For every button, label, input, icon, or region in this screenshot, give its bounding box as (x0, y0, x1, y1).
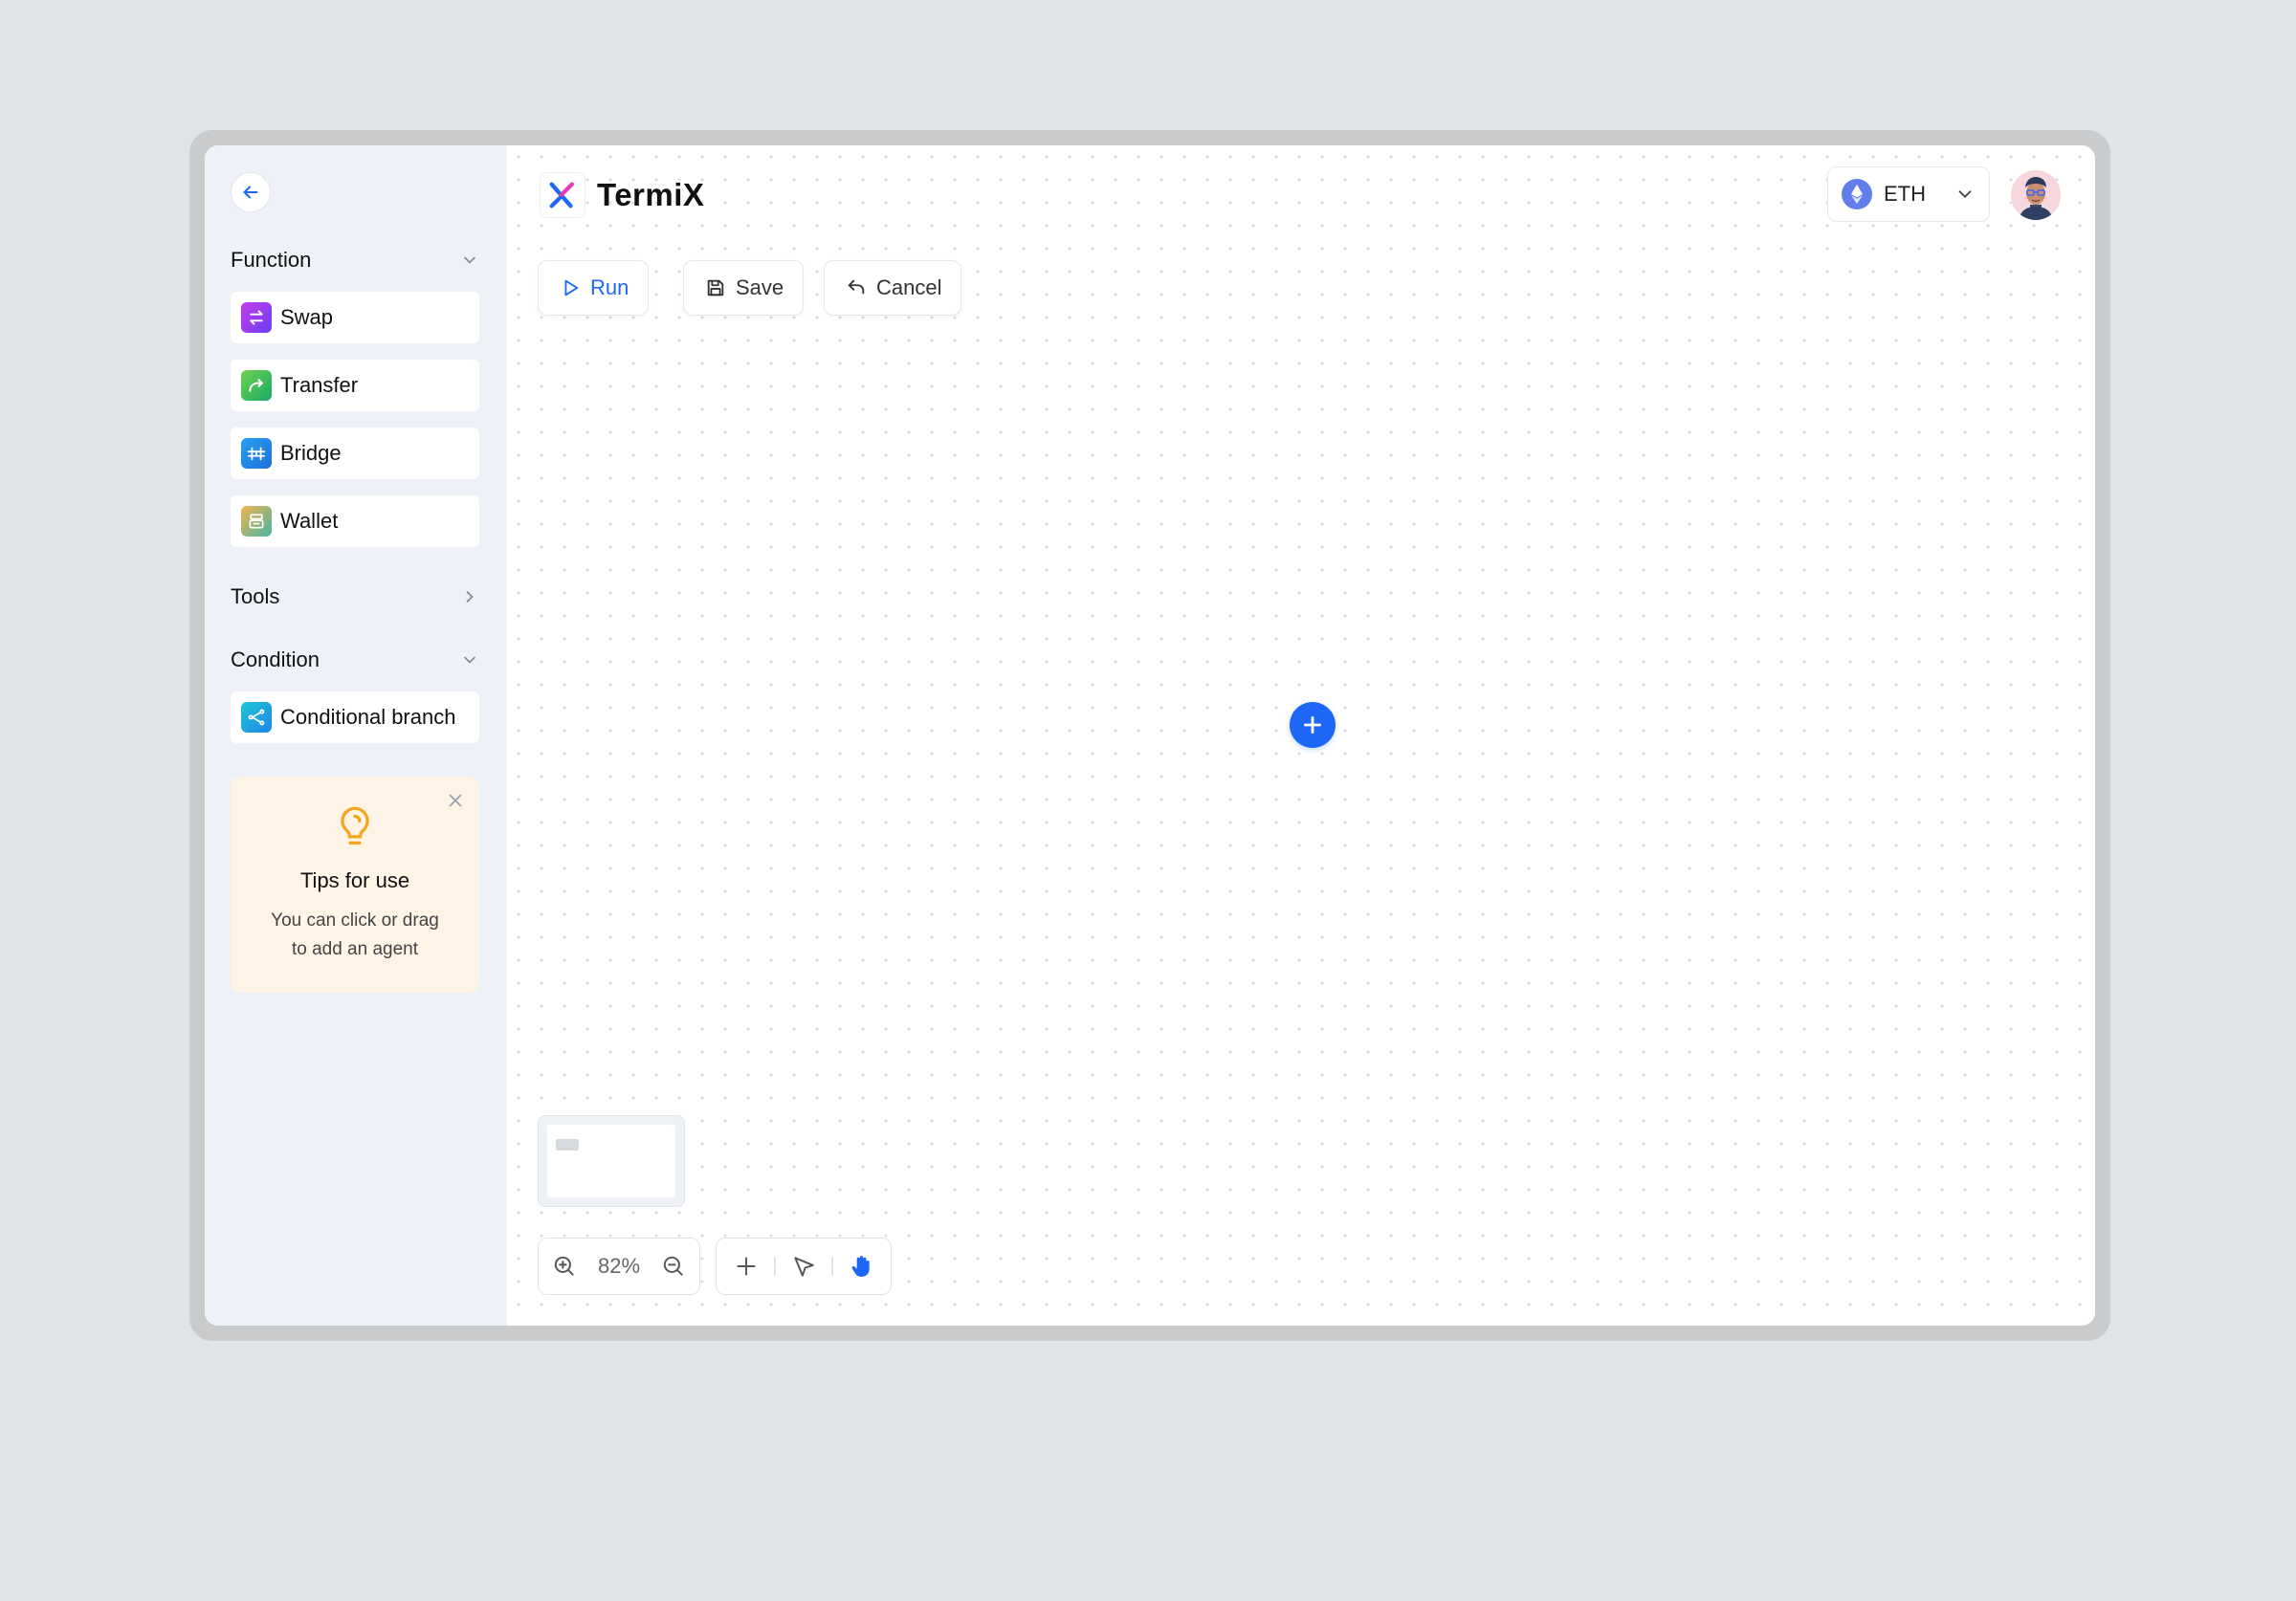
chevron-down-icon (464, 656, 475, 664)
save-label: Save (736, 275, 784, 299)
chevron-down-icon (1958, 190, 1972, 199)
save-button[interactable]: Save (683, 260, 805, 316)
function-item-label: Wallet (280, 509, 339, 533)
function-item-swap[interactable]: Swap (231, 292, 479, 343)
section-condition[interactable]: Condition (231, 645, 479, 675)
undo-icon (848, 279, 865, 295)
cancel-label: Cancel (876, 275, 942, 299)
function-item-transfer[interactable]: Transfer (231, 360, 479, 411)
pointer-tool-button[interactable] (791, 1254, 816, 1279)
function-item-label: Swap (280, 305, 334, 329)
zoom-out-icon (663, 1256, 683, 1276)
zoom-in-icon (554, 1256, 574, 1276)
section-function[interactable]: Function (231, 245, 479, 275)
zoom-in-button[interactable] (552, 1254, 577, 1279)
function-item-label: Transfer (280, 373, 359, 397)
divider (831, 1257, 833, 1276)
function-item-wallet[interactable]: Wallet (231, 495, 479, 547)
section-tools-label: Tools (231, 584, 280, 608)
condition-item-branch[interactable]: Conditional branch (231, 691, 479, 743)
network-label: ETH (1884, 182, 1926, 206)
condition-item-label: Conditional branch (280, 705, 456, 729)
function-item-label: Bridge (280, 441, 342, 465)
section-function-label: Function (231, 248, 312, 272)
termix-logo-icon (540, 172, 585, 218)
tips-title: Tips for use (299, 868, 410, 892)
workflow-canvas[interactable]: TermiX Run Save Cancel ETH 82% (507, 145, 2095, 1326)
tips-card: Tips for use You can click or drag to ad… (231, 777, 479, 993)
tips-description: You can click or drag to add an agent (250, 907, 460, 964)
zoom-controls: 82% (538, 1238, 700, 1295)
play-icon (564, 279, 579, 296)
ethereum-icon (1842, 179, 1872, 209)
run-button[interactable]: Run (538, 260, 650, 316)
zoom-level: 82% (597, 1254, 641, 1278)
bridge-icon (241, 438, 272, 469)
chevron-down-icon (464, 256, 475, 264)
tips-line-1: You can click or drag (271, 910, 439, 931)
wallet-icon (241, 506, 272, 537)
add-node-button[interactable] (1290, 702, 1336, 748)
arrow-left-icon (243, 186, 258, 199)
user-avatar[interactable] (2011, 170, 2061, 220)
back-button[interactable] (231, 172, 271, 212)
chevron-right-icon (466, 591, 474, 603)
minimap-viewport (547, 1125, 675, 1197)
device-frame: Function Swap Transfer Bridge Wallet Too… (189, 130, 2110, 1341)
save-icon (707, 279, 724, 296)
run-label: Run (590, 275, 629, 299)
hand-icon (851, 1256, 870, 1277)
branch-icon (241, 702, 272, 733)
close-tips-button[interactable] (445, 790, 466, 811)
tips-line-2: to add an agent (291, 939, 419, 959)
cursor-pointer-icon (794, 1257, 814, 1277)
cancel-button[interactable]: Cancel (824, 260, 962, 316)
section-condition-label: Condition (231, 647, 320, 671)
plus-icon (1304, 716, 1321, 734)
minimap[interactable] (538, 1115, 685, 1207)
lightbulb-icon (336, 805, 374, 854)
plus-icon (737, 1257, 756, 1276)
add-tool-button[interactable] (734, 1254, 759, 1279)
transfer-icon (241, 370, 272, 401)
app-window: Function Swap Transfer Bridge Wallet Too… (205, 145, 2095, 1326)
close-icon (449, 794, 462, 807)
network-select[interactable]: ETH (1827, 166, 1990, 222)
function-item-bridge[interactable]: Bridge (231, 428, 479, 479)
sidebar: Function Swap Transfer Bridge Wallet Too… (205, 145, 507, 1326)
zoom-out-button[interactable] (661, 1254, 686, 1279)
app-name: TermiX (597, 177, 705, 212)
brand: TermiX (540, 172, 704, 218)
hand-tool-button[interactable] (849, 1254, 873, 1279)
divider (774, 1257, 776, 1276)
section-tools[interactable]: Tools (231, 581, 479, 612)
minimap-node (556, 1139, 579, 1151)
swap-icon (241, 302, 272, 333)
canvas-tools (716, 1238, 892, 1295)
